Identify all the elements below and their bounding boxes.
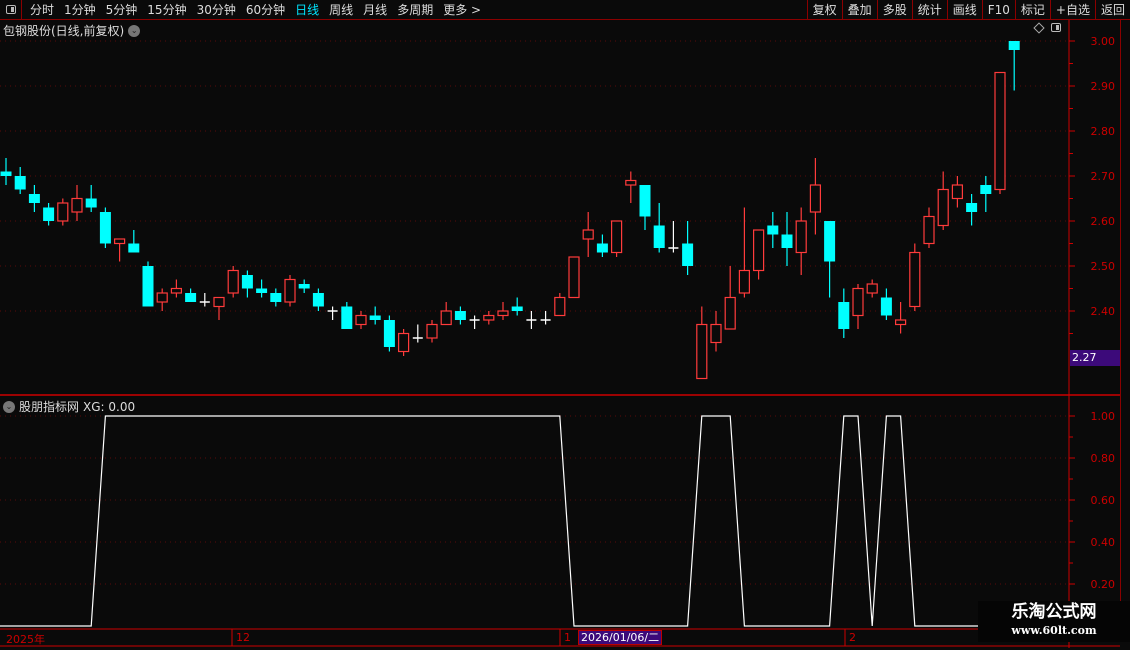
candle-down <box>241 275 253 289</box>
candle-down <box>454 311 466 320</box>
candle-up <box>994 71 1006 191</box>
candle-up <box>951 184 964 200</box>
candle-down <box>128 243 140 253</box>
candle-down <box>312 293 324 307</box>
candle-down <box>270 293 282 302</box>
candle-up <box>284 278 296 303</box>
candle-down <box>256 288 268 293</box>
candle-up <box>568 256 580 299</box>
candle-down <box>99 212 111 244</box>
candle-down <box>596 243 608 253</box>
candle-up <box>57 202 69 222</box>
price-tick-label: 2.90 <box>1091 80 1116 93</box>
indicator-tick-label: 0.40 <box>1091 536 1116 549</box>
candle-down <box>781 234 793 248</box>
candle-up <box>909 251 921 308</box>
candle-up <box>213 296 225 308</box>
date-label: 12 <box>236 631 250 644</box>
current-price-tag: 2.27 <box>1070 350 1120 366</box>
candle-up <box>610 220 623 254</box>
candle-down <box>341 306 353 329</box>
candle-up <box>738 269 751 294</box>
candle-up <box>483 314 495 321</box>
candle-up <box>809 184 822 213</box>
candle-down <box>980 185 992 194</box>
chevron-down-icon[interactable]: ⌄ <box>3 400 15 413</box>
price-tick-label: 2.40 <box>1091 305 1116 318</box>
candle-up <box>398 332 410 353</box>
right-side-strip[interactable] <box>1120 20 1130 640</box>
candle-up <box>582 229 594 240</box>
candle-up <box>355 314 367 326</box>
candle-down <box>966 203 978 212</box>
xg-line <box>0 415 1068 627</box>
cursor-date: 2026/01/06/二 <box>578 630 663 645</box>
candle-up <box>696 323 708 380</box>
candle-up <box>923 215 935 245</box>
candle-up <box>440 310 452 326</box>
indicator-tick-label: 0.20 <box>1091 578 1116 591</box>
candle-down <box>682 243 694 266</box>
candle-down <box>880 297 892 316</box>
candle-down <box>511 306 523 311</box>
candle-up <box>625 179 637 186</box>
price-tick-label: 3.00 <box>1091 35 1116 48</box>
candle-up <box>894 319 907 326</box>
candle-down <box>639 185 651 217</box>
chart-canvas[interactable]: 3.00 2.90 2.80 2.70 2.60 2.50 2.40 1.00 0.80 0.60… <box>0 0 1130 650</box>
candle-down <box>28 194 40 203</box>
price-tick-label: 2.80 <box>1091 125 1116 138</box>
candle-down <box>383 320 395 347</box>
indicator-name: 股朋指标网 <box>19 400 80 414</box>
candle-up <box>554 296 566 317</box>
candle-down <box>43 207 55 221</box>
candle-down <box>369 315 381 320</box>
price-tick-label: 2.60 <box>1091 215 1116 228</box>
candle-up <box>724 296 736 330</box>
candle-up <box>866 283 878 294</box>
candle-up <box>426 323 438 339</box>
price-tick-label: 2.50 <box>1091 260 1116 273</box>
candle-down <box>838 302 850 329</box>
candle-up <box>113 238 126 245</box>
candle-down <box>0 171 12 176</box>
candle-up <box>795 220 807 254</box>
watermark-url: www.60lt.com <box>1011 624 1097 637</box>
watermark: 乐淘公式网 www.60lt.com <box>978 601 1130 642</box>
candle-down <box>767 225 779 235</box>
candle-up <box>156 292 168 303</box>
candle-down <box>1008 41 1020 50</box>
candle-down <box>298 284 310 289</box>
date-label: 2025年 <box>6 633 45 646</box>
date-label: 1 <box>564 631 571 644</box>
indicator-value: XG: 0.00 <box>83 399 136 414</box>
indicator-tick-label: 0.60 <box>1091 494 1116 507</box>
indicator-tick-label: 0.80 <box>1091 452 1116 465</box>
candle-up <box>170 287 182 294</box>
candle-up <box>710 323 722 344</box>
candle-up <box>71 197 83 213</box>
candle-down <box>824 221 836 262</box>
candle-down <box>185 293 197 302</box>
candle-up <box>752 229 765 272</box>
candle-down <box>14 176 26 190</box>
candle-down <box>142 266 154 307</box>
watermark-title: 乐淘公式网 <box>1011 602 1097 622</box>
candle-up <box>852 287 864 317</box>
date-label: 2 <box>849 631 856 644</box>
indicator-title: ⌄ 股朋指标网 XG: 0.00 <box>3 398 135 415</box>
candle-up <box>937 188 949 227</box>
candle-down <box>653 225 665 248</box>
indicator-tick-label: 1.00 <box>1091 410 1116 423</box>
candle-down <box>85 198 97 208</box>
candle-up <box>227 269 239 294</box>
candle-up <box>497 310 509 317</box>
price-tick-label: 2.70 <box>1091 170 1116 183</box>
